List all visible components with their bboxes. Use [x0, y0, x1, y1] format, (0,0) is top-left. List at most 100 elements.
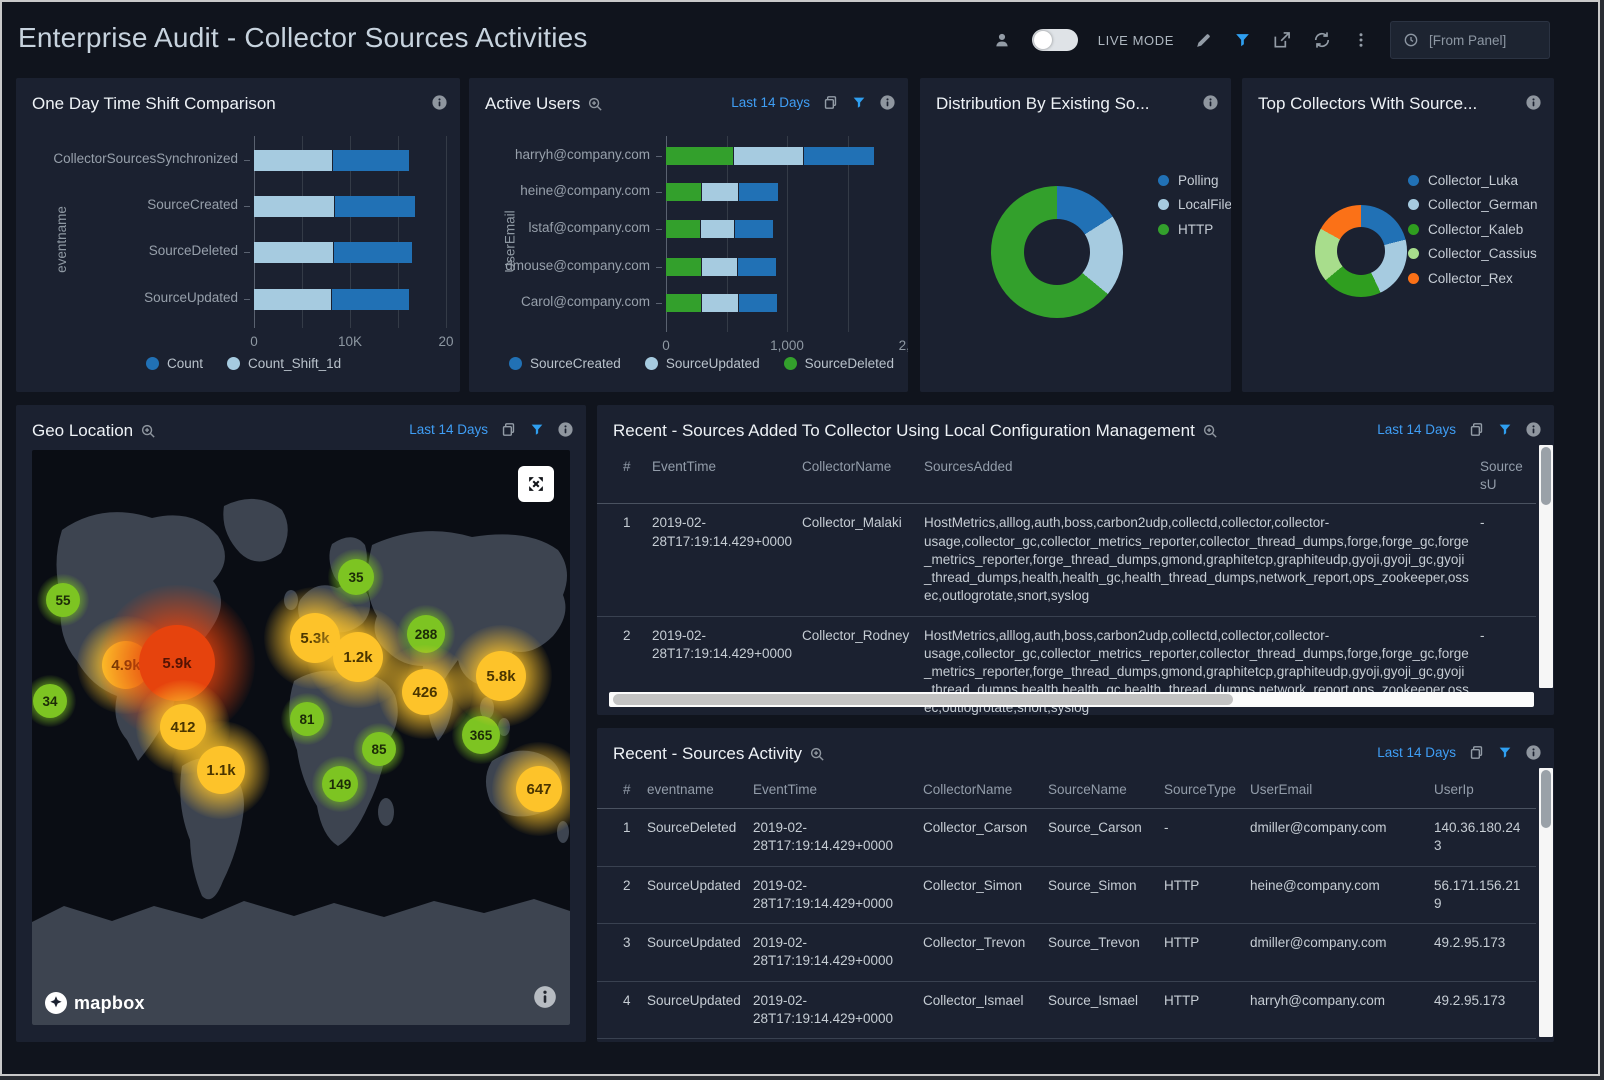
filter-icon[interactable] — [1497, 745, 1513, 761]
map-bubble[interactable]: 34 — [33, 684, 67, 718]
bar-segment-SourceDeleted[interactable] — [666, 220, 700, 238]
legend-item[interactable]: HTTP — [1158, 217, 1231, 242]
column-header[interactable]: EventTime — [652, 449, 802, 485]
column-header[interactable]: UserEmail — [1250, 772, 1434, 808]
bar-segment-Count_Shift_1d[interactable] — [254, 150, 332, 171]
copy-icon[interactable] — [1468, 421, 1485, 438]
info-icon[interactable] — [1525, 94, 1542, 111]
filter-icon[interactable] — [851, 95, 867, 111]
legend-item[interactable]: Collector_Cassius — [1408, 242, 1538, 267]
expand-map-button[interactable] — [518, 466, 554, 502]
zoom-in-icon[interactable] — [140, 423, 157, 440]
legend-item[interactable]: SourceDeleted — [784, 356, 894, 371]
map-bubble[interactable]: 35 — [338, 559, 374, 595]
bar-segment-SourceUpdated[interactable] — [701, 220, 734, 238]
info-icon[interactable] — [1525, 744, 1542, 761]
legend-item[interactable]: Collector_Luka — [1408, 168, 1538, 193]
zoom-in-icon[interactable] — [1202, 423, 1219, 440]
map-bubble[interactable]: 1.2k — [333, 632, 383, 682]
bar-row[interactable] — [666, 183, 778, 201]
share-icon[interactable] — [1272, 30, 1292, 50]
time-range-link[interactable]: Last 14 Days — [1377, 745, 1456, 760]
vertical-scrollbar[interactable] — [1539, 445, 1553, 688]
user-icon[interactable] — [992, 30, 1012, 50]
zoom-in-icon[interactable] — [587, 96, 604, 113]
bar-row[interactable] — [254, 196, 415, 217]
legend-item[interactable]: LocalFile — [1158, 193, 1231, 218]
bar-segment-SourceDeleted[interactable] — [666, 183, 701, 201]
filter-icon[interactable] — [529, 422, 545, 438]
vertical-scrollbar[interactable] — [1539, 768, 1553, 1037]
map-bubble[interactable]: 55 — [46, 583, 80, 617]
map-bubble[interactable]: 149 — [322, 766, 358, 802]
bar-segment-SourceCreated[interactable] — [804, 147, 874, 165]
info-icon[interactable] — [1525, 421, 1542, 438]
donut-chart[interactable] — [991, 186, 1123, 318]
info-icon[interactable] — [431, 94, 448, 111]
scrollbar-thumb[interactable] — [1541, 770, 1551, 828]
map-bubble[interactable]: 426 — [402, 669, 448, 715]
bar-segment-Count[interactable] — [334, 242, 413, 263]
filter-icon[interactable] — [1233, 31, 1252, 50]
legend-item[interactable]: Count — [146, 356, 203, 371]
bar-segment-SourceUpdated[interactable] — [702, 294, 738, 312]
bar-segment-SourceCreated[interactable] — [739, 183, 778, 201]
world-map[interactable]: 55344.9k5.9k4121.1k5.3k1.2k3528881426851… — [32, 450, 570, 1025]
column-header[interactable]: eventname — [647, 772, 753, 808]
column-header[interactable]: # — [623, 449, 652, 485]
time-range-link[interactable]: Last 14 Days — [731, 95, 810, 110]
column-header[interactable]: SourcesU — [1480, 449, 1536, 503]
bar-segment-SourceCreated[interactable] — [738, 258, 776, 276]
map-bubble[interactable]: 647 — [516, 766, 562, 812]
filter-icon[interactable] — [1497, 422, 1513, 438]
bar-segment-SourceCreated[interactable] — [739, 294, 777, 312]
column-header[interactable]: CollectorName — [923, 772, 1048, 808]
time-range-link[interactable]: Last 14 Days — [409, 422, 488, 437]
zoom-in-icon[interactable] — [809, 746, 826, 763]
legend-item[interactable]: Count_Shift_1d — [227, 356, 341, 371]
scrollbar-thumb[interactable] — [613, 694, 1233, 705]
info-icon[interactable] — [879, 94, 896, 111]
copy-icon[interactable] — [822, 94, 839, 111]
column-header[interactable]: CollectorName — [802, 449, 924, 485]
map-bubble[interactable]: 1.1k — [197, 746, 245, 794]
bar-segment-SourceDeleted[interactable] — [666, 147, 733, 165]
bar-row[interactable] — [666, 147, 874, 165]
legend-item[interactable]: Collector_Rex — [1408, 266, 1538, 291]
bar-segment-SourceUpdated[interactable] — [702, 183, 738, 201]
bar-segment-SourceCreated[interactable] — [735, 220, 774, 238]
column-header[interactable]: UserIp — [1434, 772, 1536, 808]
bar-segment-Count_Shift_1d[interactable] — [254, 289, 331, 310]
bar-segment-SourceDeleted[interactable] — [666, 258, 701, 276]
map-bubble[interactable]: 85 — [362, 732, 396, 766]
bar-segment-Count[interactable] — [332, 289, 409, 310]
info-icon[interactable] — [1202, 94, 1219, 111]
column-header[interactable]: EventTime — [753, 772, 923, 808]
legend-item[interactable]: Collector_German — [1408, 193, 1538, 218]
mapbox-logo[interactable]: mapbox — [44, 991, 145, 1015]
copy-icon[interactable] — [500, 421, 517, 438]
bar-row[interactable] — [254, 289, 409, 310]
bar-segment-Count[interactable] — [335, 196, 416, 217]
refresh-icon[interactable] — [1312, 30, 1332, 50]
legend-item[interactable]: Polling — [1158, 168, 1231, 193]
edit-pencil-icon[interactable] — [1194, 31, 1213, 50]
bar-segment-Count_Shift_1d[interactable] — [254, 196, 334, 217]
column-header[interactable]: SourcesAdded — [924, 449, 1480, 485]
bar-row[interactable] — [666, 294, 777, 312]
bar-segment-SourceDeleted[interactable] — [666, 294, 701, 312]
time-range-link[interactable]: Last 14 Days — [1377, 422, 1456, 437]
bar-row[interactable] — [254, 150, 409, 171]
time-range-box[interactable]: [From Panel] — [1390, 21, 1550, 59]
bar-segment-Count_Shift_1d[interactable] — [254, 242, 333, 263]
legend-item[interactable]: SourceCreated — [509, 356, 621, 371]
bar-segment-Count[interactable] — [333, 150, 409, 171]
bar-segment-SourceUpdated[interactable] — [702, 258, 737, 276]
column-header[interactable]: SourceName — [1048, 772, 1164, 808]
legend-item[interactable]: SourceUpdated — [645, 356, 760, 371]
bar-row[interactable] — [254, 242, 412, 263]
map-bubble[interactable]: 81 — [290, 702, 324, 736]
info-icon[interactable] — [557, 421, 574, 438]
map-bubble[interactable]: 5.8k — [476, 651, 526, 701]
scrollbar-thumb[interactable] — [1541, 447, 1551, 505]
